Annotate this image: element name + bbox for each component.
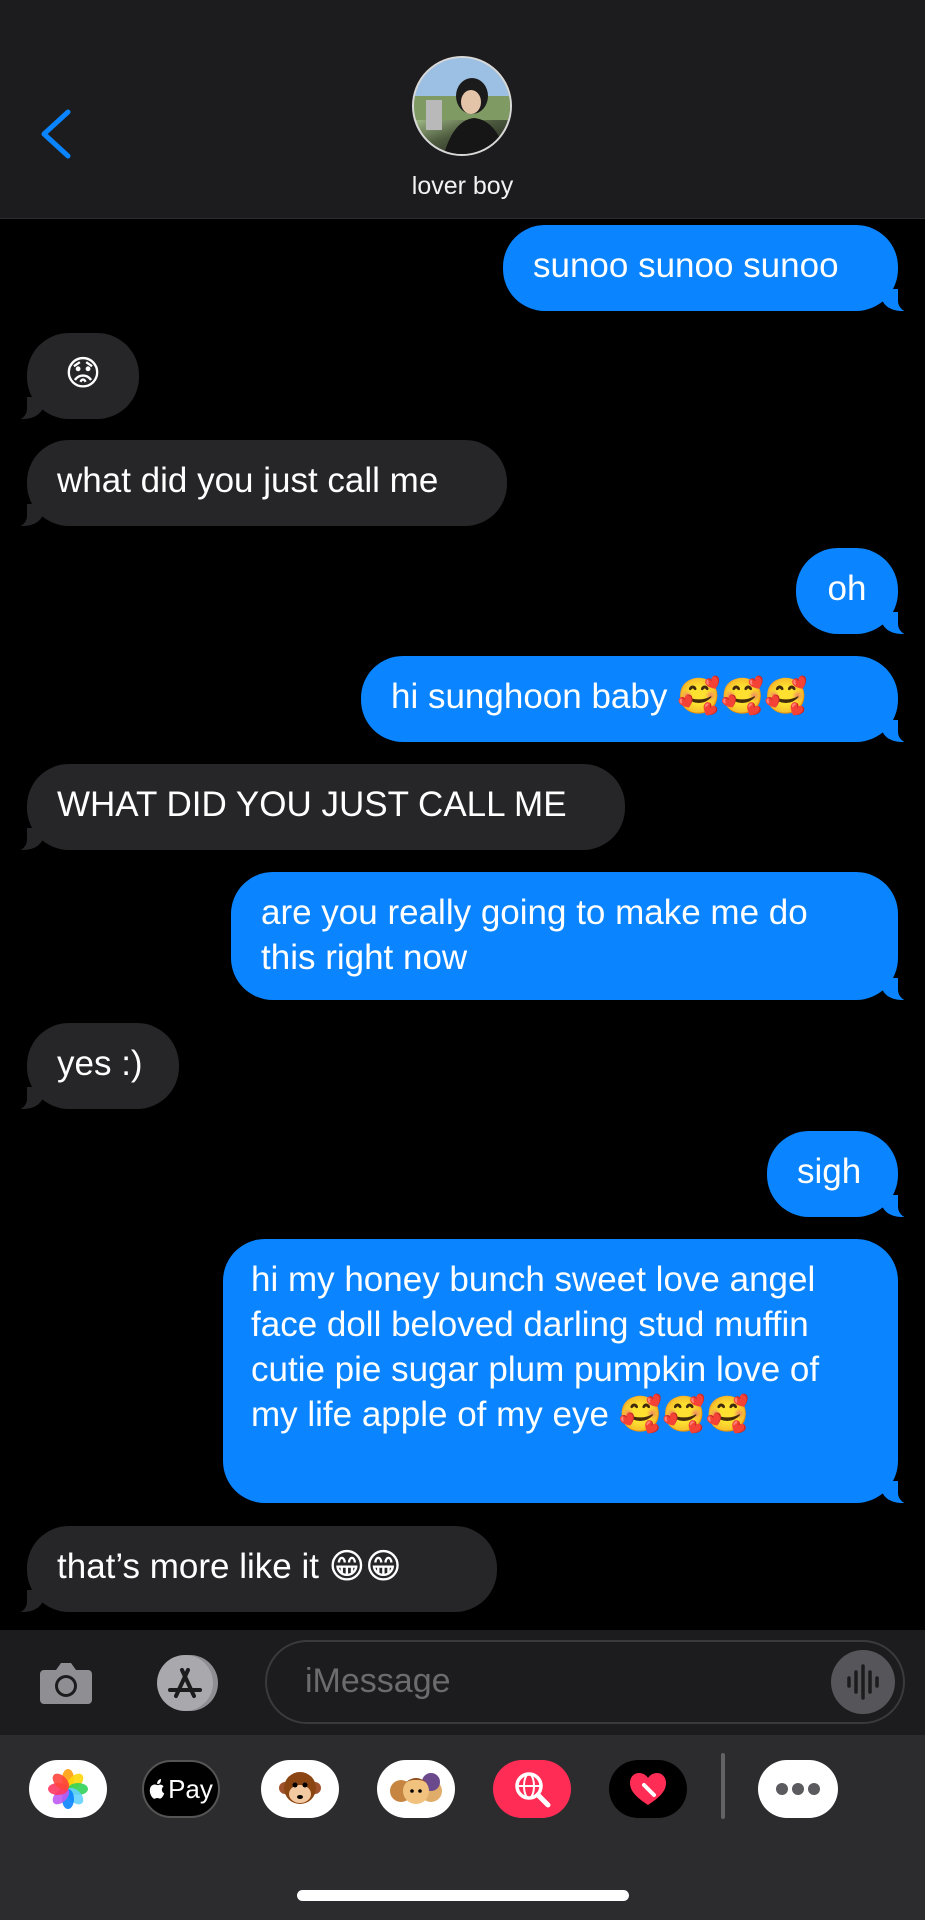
sent-message[interactable]: hi my honey bunch sweet love angel face … (223, 1239, 922, 1505)
apple-logo-icon (149, 1779, 165, 1799)
apple-pay-icon[interactable]: Pay (142, 1760, 220, 1818)
app-store-icon[interactable] (150, 1654, 224, 1712)
message-input-placeholder: iMessage (305, 1662, 451, 1700)
heart-touch-icon (630, 1773, 666, 1805)
sent-message[interactable]: sunoo sunoo sunoo (503, 225, 922, 313)
audio-message-button[interactable] (831, 1650, 895, 1714)
image-search-icon[interactable] (493, 1760, 571, 1818)
received-message[interactable]: that’s more like it 😁😁 (3, 1526, 497, 1614)
sent-message[interactable]: hi sunghoon baby 🥰🥰🥰 (361, 656, 922, 744)
animoji-icon[interactable] (261, 1760, 339, 1818)
drawer-divider (721, 1753, 725, 1819)
waveform-icon (847, 1664, 879, 1700)
memoji-faces-icon (390, 1773, 442, 1804)
photos-flower-icon (48, 1769, 88, 1809)
avatar-photo (414, 58, 510, 154)
more-apps-icon[interactable] (758, 1760, 838, 1818)
conversation-header: lover boy (0, 0, 925, 219)
received-message[interactable]: yes :) (3, 1023, 179, 1111)
sent-message[interactable]: are you really going to make me do this … (231, 872, 922, 1002)
digital-touch-icon[interactable] (609, 1760, 687, 1818)
sent-message[interactable]: oh (796, 548, 922, 636)
photos-icon[interactable] (29, 1760, 107, 1818)
home-indicator[interactable] (297, 1890, 629, 1901)
ellipsis-icon (776, 1783, 820, 1795)
contact-avatar[interactable] (412, 56, 512, 156)
globe-search-icon (515, 1772, 551, 1808)
received-message[interactable]: what did you just call me (3, 440, 507, 528)
apple-pay-label: Pay (168, 1773, 213, 1804)
message-text: 😟 (64, 354, 102, 394)
contact-name[interactable]: lover boy (0, 172, 925, 201)
sent-message[interactable]: sigh (767, 1131, 922, 1219)
received-message[interactable]: WHAT DID YOU JUST CALL ME (3, 764, 625, 852)
message-input[interactable]: iMessage (265, 1640, 905, 1724)
received-message[interactable]: 😟 (3, 333, 139, 421)
back-chevron-icon[interactable] (36, 106, 76, 162)
memoji-icon[interactable] (377, 1760, 455, 1818)
monkey-face-icon (279, 1772, 321, 1804)
camera-icon[interactable] (38, 1654, 94, 1710)
